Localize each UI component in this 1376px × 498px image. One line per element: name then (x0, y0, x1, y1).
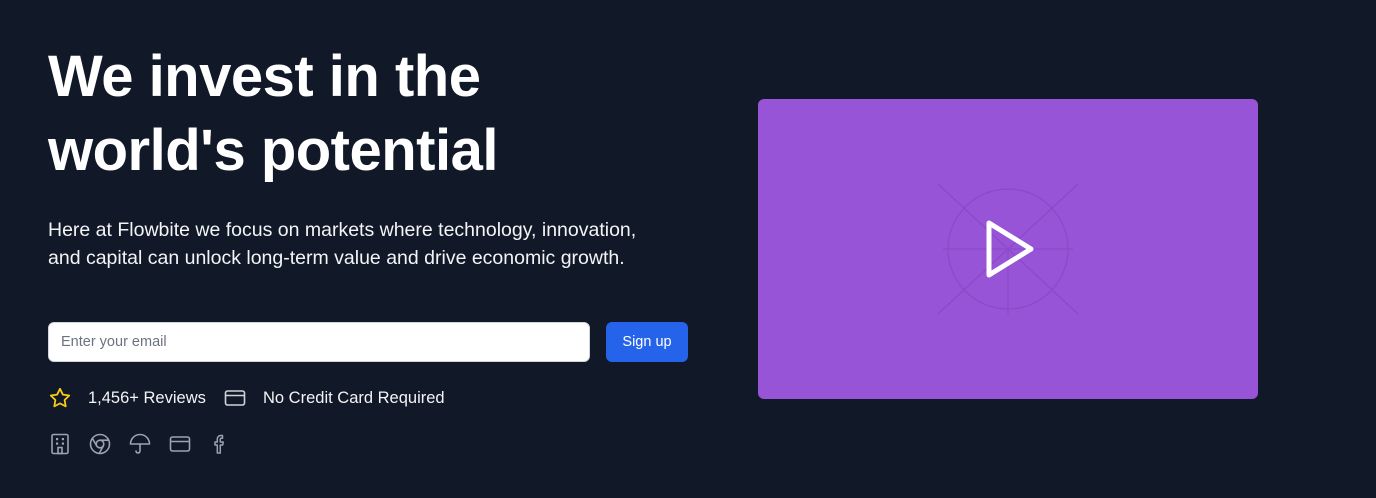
feature-no-credit-card: No Credit Card Required (223, 385, 445, 411)
umbrella-icon[interactable] (128, 432, 152, 456)
hero-content: We invest in the world's potential Here … (48, 40, 698, 455)
star-icon (49, 387, 71, 408)
chrome-icon[interactable] (88, 432, 112, 456)
feature-list: 1,456+ Reviews No Credit Card Required (48, 385, 698, 411)
signup-form: Sign up (48, 322, 698, 362)
sign-up-button[interactable]: Sign up (606, 322, 688, 362)
credit-card-icon[interactable] (168, 432, 192, 456)
credit-card-icon (224, 390, 246, 406)
play-icon[interactable] (982, 217, 1038, 281)
hero-section: We invest in the world's potential Here … (0, 0, 1376, 498)
hero-description: Here at Flowbite we focus on markets whe… (48, 219, 637, 269)
email-input[interactable] (48, 322, 590, 362)
hero-headline: We invest in the world's potential (48, 44, 498, 183)
reviews-count-label: 1,456+ Reviews (88, 388, 206, 407)
video-player[interactable] (758, 99, 1258, 399)
feature-reviews: 1,456+ Reviews (48, 385, 206, 411)
partner-icons (48, 432, 248, 458)
building-icon[interactable] (48, 432, 72, 456)
facebook-icon[interactable] (208, 432, 232, 456)
no-credit-card-label: No Credit Card Required (263, 388, 445, 407)
